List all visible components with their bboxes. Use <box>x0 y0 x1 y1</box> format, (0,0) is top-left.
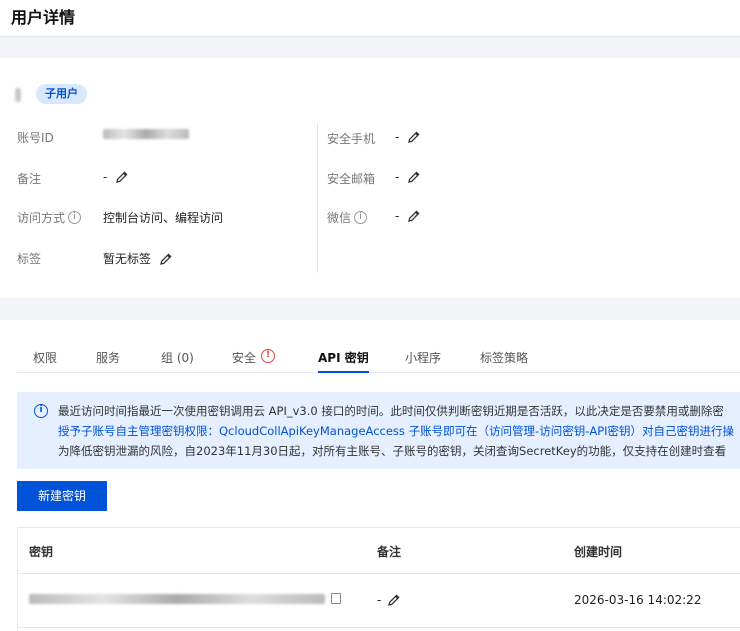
tab-permissions[interactable]: 权限 <box>33 343 57 373</box>
security-email-label: 安全邮箱 <box>327 172 376 186</box>
info-icon: i <box>34 404 48 418</box>
wechat-value: - <box>395 209 421 223</box>
pencil-icon[interactable] <box>407 209 421 223</box>
pencil-icon[interactable] <box>407 170 421 184</box>
warning-icon: ! <box>261 349 276 363</box>
user-name-redacted <box>15 88 21 102</box>
security-email-value: - <box>395 170 421 184</box>
notice-line-1: 最近访问时间指最近一次使用密钥调用云 API_v3.0 接口的时间。此时间仅供判… <box>58 404 724 418</box>
copy-icon[interactable] <box>331 593 341 604</box>
remark-value: - <box>103 170 129 184</box>
tab-bar: 权限 服务 组 (0) 安全! API 密钥 小程序 标签策略 <box>17 343 740 373</box>
pencil-icon[interactable] <box>387 593 401 607</box>
info-icon[interactable]: i <box>68 211 82 224</box>
account-id-label: 账号ID <box>17 131 54 145</box>
tab-services[interactable]: 服务 <box>96 343 120 373</box>
column-header-created: 创建时间 <box>574 545 623 559</box>
tags-label: 标签 <box>17 252 42 266</box>
create-key-button[interactable]: 新建密钥 <box>17 481 107 511</box>
access-method-label: 访问方式 i <box>17 209 82 226</box>
tab-tag-policies[interactable]: 标签策略 <box>480 343 528 373</box>
tab-security[interactable]: 安全! <box>232 343 276 373</box>
account-id-value <box>103 129 189 139</box>
key-cell <box>29 593 341 604</box>
info-icon[interactable]: i <box>354 211 368 224</box>
tab-groups[interactable]: 组 (0) <box>161 343 194 373</box>
column-header-key: 密钥 <box>29 545 54 559</box>
secret-id-redacted <box>29 593 325 604</box>
subuser-badge: 子用户 <box>36 84 87 104</box>
page-title: 用户详情 <box>11 8 76 27</box>
pencil-icon[interactable] <box>159 252 173 266</box>
remark-cell: - <box>377 593 401 607</box>
notice-line-2-link[interactable]: 授予子账号自主管理密钥权限：QcloudCollApiKeyManageAcce… <box>58 423 734 439</box>
access-method-value: 控制台访问、编程访问 <box>103 211 224 225</box>
remark-label: 备注 <box>17 172 42 186</box>
api-key-notice: i 最近访问时间指最近一次使用密钥调用云 API_v3.0 接口的时间。此时间仅… <box>17 392 740 469</box>
tags-value: 暂无标签 <box>103 250 173 267</box>
account-id-redacted <box>103 129 189 139</box>
table-row: - 2026-03-16 14:02:22 <box>18 574 740 628</box>
column-divider <box>317 123 318 273</box>
security-phone-label: 安全手机 <box>327 132 376 146</box>
page-header: 用户详情 <box>0 0 740 37</box>
security-phone-value: - <box>395 130 421 144</box>
tab-api-keys[interactable]: API 密钥 <box>318 343 369 373</box>
tab-mini-programs[interactable]: 小程序 <box>405 343 441 373</box>
api-key-table: 密钥 备注 创建时间 - 2026-03-16 14:02:22 <box>17 527 740 631</box>
wechat-label: 微信 i <box>327 209 368 226</box>
created-time-cell: 2026-03-16 14:02:22 <box>574 593 702 607</box>
pencil-icon[interactable] <box>115 170 129 184</box>
table-header: 密钥 备注 创建时间 <box>18 528 740 574</box>
notice-line-3: 为降低密钥泄漏的风险，自2023年11月30日起，对所有主账号、子账号的密钥，关… <box>58 444 727 458</box>
column-header-remark: 备注 <box>377 545 402 559</box>
pencil-icon[interactable] <box>407 130 421 144</box>
